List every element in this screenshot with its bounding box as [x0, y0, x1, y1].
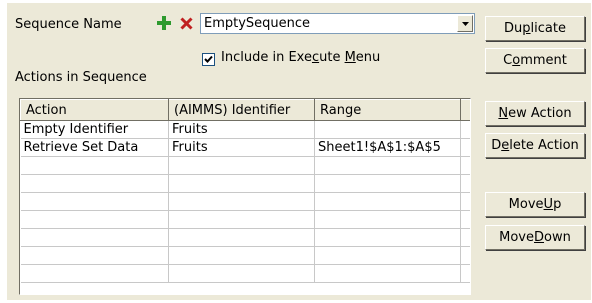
duplicate-button[interactable]: Du p licate: [485, 16, 585, 41]
cell-identifier[interactable]: [168, 264, 315, 283]
cell-identifier[interactable]: Fruits: [168, 138, 315, 157]
cell-action[interactable]: Empty Identifier: [20, 120, 169, 139]
combo-dropdown-button[interactable]: [457, 15, 473, 32]
sequence-dialog: Sequence Name EmptySequence Include in E…: [7, 3, 591, 300]
cell-range[interactable]: [314, 246, 461, 265]
cell-identifier[interactable]: [168, 174, 315, 193]
check-icon: [204, 55, 213, 63]
cell-filler: [460, 264, 470, 283]
delete-action-button[interactable]: De lete Action: [485, 133, 585, 158]
table-row-empty[interactable]: [20, 228, 470, 247]
chevron-down-icon: [461, 21, 469, 26]
actions-table[interactable]: Action (AIMMS) Identifier Range Empty Id…: [19, 98, 471, 295]
table-row-empty[interactable]: [20, 192, 470, 211]
table-row[interactable]: Retrieve Set Data Fruits Sheet1!$A$1:$A$5: [20, 138, 470, 157]
include-in-menu-checkbox[interactable]: [202, 53, 215, 66]
cell-identifier[interactable]: [168, 192, 315, 211]
sequence-name-value: EmptySequence: [204, 16, 311, 31]
table-row-empty[interactable]: [20, 246, 470, 265]
cell-filler: [460, 156, 470, 175]
table-row-empty[interactable]: [20, 174, 470, 193]
cell-filler: [460, 228, 470, 247]
x-icon: [179, 16, 193, 30]
cell-filler: [460, 138, 470, 157]
cell-action[interactable]: [20, 192, 169, 211]
comment-button[interactable]: Co mment: [485, 48, 585, 73]
cell-action[interactable]: Retrieve Set Data: [20, 138, 169, 157]
delete-sequence-button[interactable]: [176, 13, 196, 33]
column-header-filler: [460, 99, 470, 121]
column-header-identifier[interactable]: (AIMMS) Identifier: [168, 99, 315, 121]
actions-in-sequence-label: Actions in Sequence: [15, 70, 147, 85]
table-row-empty[interactable]: [20, 156, 470, 175]
cell-range[interactable]: [314, 174, 461, 193]
sequence-name-combo[interactable]: EmptySequence: [200, 13, 475, 34]
table-row-empty[interactable]: [20, 210, 470, 229]
plus-icon: [157, 16, 171, 30]
table-row-empty[interactable]: [20, 264, 470, 283]
cell-action[interactable]: [20, 228, 169, 247]
table-row[interactable]: Empty Identifier Fruits: [20, 120, 470, 139]
cell-range[interactable]: [314, 264, 461, 283]
cell-action[interactable]: [20, 264, 169, 283]
cell-filler: [460, 174, 470, 193]
cell-action[interactable]: [20, 156, 169, 175]
cell-range[interactable]: [314, 228, 461, 247]
cell-range[interactable]: [314, 210, 461, 229]
cell-action[interactable]: [20, 246, 169, 265]
cell-action[interactable]: [20, 174, 169, 193]
cell-filler: [460, 246, 470, 265]
cell-filler: [460, 210, 470, 229]
cell-action[interactable]: [20, 210, 169, 229]
cell-range[interactable]: [314, 192, 461, 211]
cell-range[interactable]: Sheet1!$A$1:$A$5: [314, 138, 461, 157]
cell-range[interactable]: [314, 156, 461, 175]
sequence-name-label: Sequence Name: [15, 17, 122, 32]
cell-identifier[interactable]: [168, 228, 315, 247]
cell-identifier[interactable]: [168, 246, 315, 265]
move-up-button[interactable]: Move Up: [485, 192, 585, 217]
cell-identifier[interactable]: Fruits: [168, 120, 315, 139]
cell-identifier[interactable]: [168, 210, 315, 229]
add-sequence-button[interactable]: [154, 13, 174, 33]
column-header-action[interactable]: Action: [20, 99, 169, 121]
cell-filler: [460, 192, 470, 211]
cell-filler: [460, 120, 470, 139]
table-header-row: Action (AIMMS) Identifier Range: [20, 99, 470, 121]
move-down-button[interactable]: Move Down: [485, 225, 585, 250]
column-header-range[interactable]: Range: [314, 99, 461, 121]
cell-range[interactable]: [314, 120, 461, 139]
include-in-menu-label[interactable]: Include in Execute Menu: [221, 50, 380, 65]
cell-identifier[interactable]: [168, 156, 315, 175]
new-action-button[interactable]: New Action: [485, 101, 585, 126]
